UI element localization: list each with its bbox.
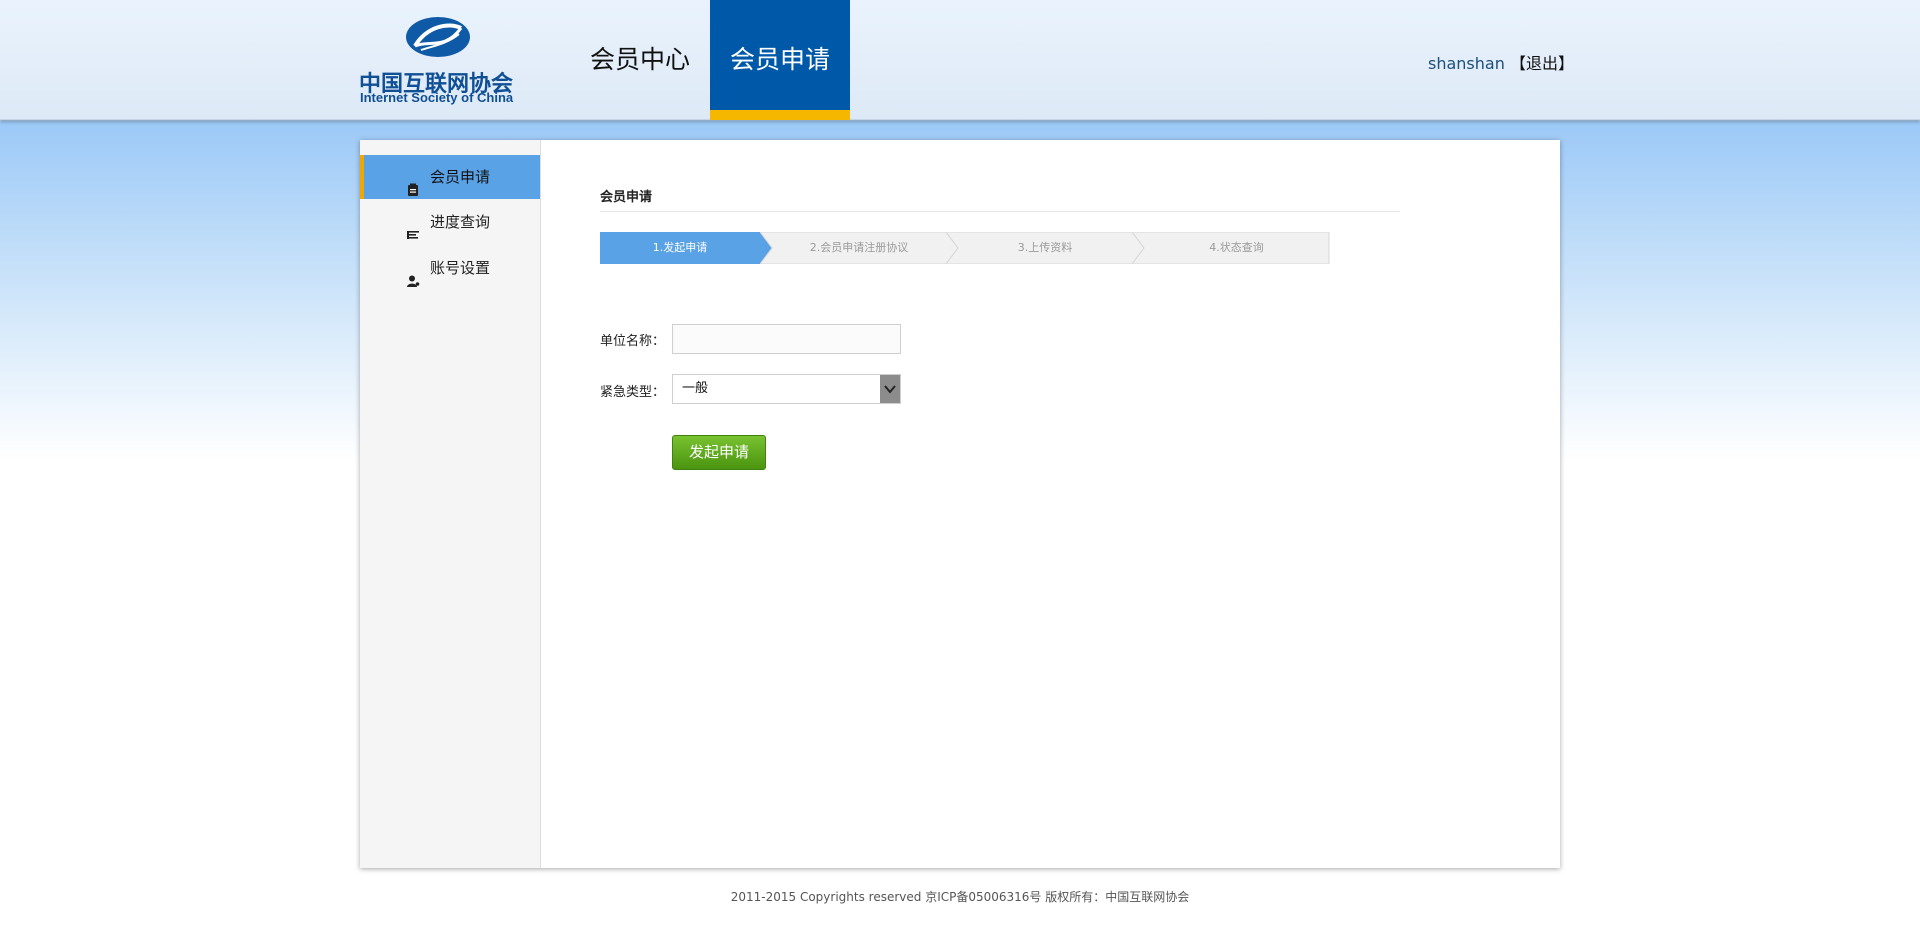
logo-text-en: Internet Society of China (360, 90, 514, 105)
user-info: shanshan 【退出】 (1428, 50, 1574, 74)
urgency-type-label: 紧急类型： (600, 385, 666, 400)
username: shanshan (1428, 54, 1505, 73)
submit-application-button[interactable]: 发起申请 (672, 435, 766, 470)
nav-member-apply[interactable]: 会员申请 (710, 0, 850, 120)
urgency-type-select[interactable]: 一般 (672, 374, 901, 404)
sidebar-item-progress-query[interactable]: 进度查询 (360, 200, 540, 244)
sidebar-item-member-apply[interactable]: 会员申请 (360, 155, 540, 199)
chevron-down-icon[interactable] (880, 375, 900, 403)
footer-copyright: 2011-2015 Copyrights reserved 京ICP备05006… (730, 890, 1190, 904)
step-1: 1.发起申请 (600, 232, 772, 264)
sidebar-item-label: 会员申请 (430, 168, 491, 186)
logo-emblem-icon (406, 17, 470, 57)
urgency-type-value: 一般 (682, 381, 709, 396)
org-name-input[interactable] (672, 324, 901, 354)
step-label: 4.状态查询 (1209, 241, 1264, 254)
top-header: 中国互联网协会 Internet Society of China 会员中心 会… (0, 0, 1920, 120)
user-settings-icon (406, 261, 420, 287)
sidebar-item-account-settings[interactable]: 账号设置 (360, 246, 540, 290)
step-progress-bar: 1.发起申请 2.会员申请注册协议 3.上传资料 4.状态查询 (600, 232, 1330, 264)
step-4: 4.状态查询 (1132, 232, 1330, 264)
page-title: 会员申请 (600, 190, 653, 205)
sidebar-item-label: 账号设置 (430, 259, 491, 277)
sidebar: 会员申请 进度查询 账号设置 (360, 140, 541, 868)
main-panel: 会员申请 进度查询 账号设置 会员申请 1.发起申请 2.会员申请注册协议 3.… (360, 140, 1560, 868)
title-divider (600, 211, 1400, 212)
step-label: 1.发起申请 (652, 241, 708, 254)
list-icon (406, 215, 420, 239)
step-label: 2.会员申请注册协议 (809, 241, 909, 254)
site-logo[interactable]: 中国互联网协会 Internet Society of China (359, 16, 524, 106)
org-name-label: 单位名称： (600, 334, 666, 349)
clipboard-icon (406, 170, 420, 196)
sidebar-item-label: 进度查询 (430, 213, 491, 231)
step-2: 2.会员申请注册协议 (760, 232, 958, 264)
step-label: 3.上传资料 (1017, 241, 1073, 254)
nav-member-center[interactable]: 会员中心 (570, 0, 710, 120)
logout-link[interactable]: 【退出】 (1510, 54, 1574, 73)
step-3: 3.上传资料 (946, 232, 1144, 264)
